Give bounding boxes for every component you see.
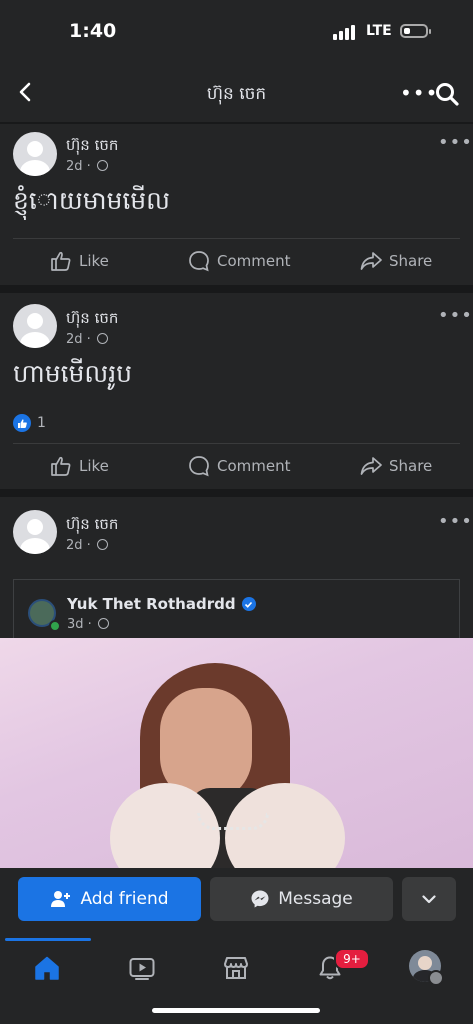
status-bar: 1:40 LTE <box>0 0 473 64</box>
divider <box>13 238 460 239</box>
chevron-down-icon <box>422 894 436 903</box>
post-meta: 2d · <box>66 159 108 174</box>
comment-button[interactable]: Comment <box>188 250 291 272</box>
messenger-icon <box>251 890 269 908</box>
post-text: ហាមមើលរូប <box>13 359 133 388</box>
post-meta: 2d · <box>66 332 108 347</box>
like-label: Like <box>79 457 109 475</box>
menu-badge-icon <box>428 970 444 986</box>
like-label: Like <box>79 252 109 270</box>
author-name[interactable]: ហ៊ុន ចេក <box>66 136 118 158</box>
online-status-dot <box>49 620 61 632</box>
add-friend-label: Add friend <box>80 889 169 909</box>
like-reaction-icon <box>13 414 31 432</box>
add-friend-button[interactable]: Add friend <box>18 877 201 921</box>
globe-icon <box>97 618 109 629</box>
photo-necklace <box>197 813 269 830</box>
comment-icon <box>189 456 209 477</box>
shared-post-photo[interactable] <box>0 638 473 878</box>
share-button[interactable]: Share <box>360 455 432 477</box>
author-avatar[interactable] <box>13 304 57 348</box>
post-time: 2d · <box>66 538 91 553</box>
author-name[interactable]: ហ៊ុន ចេក <box>66 515 118 537</box>
post-card: ហ៊ុន ចេក 2d · ••• ខ្ញុំោយមាមមើល Like Com… <box>0 124 473 285</box>
message-button[interactable]: Message <box>210 877 393 921</box>
share-label: Share <box>389 457 433 475</box>
shared-post-time: 3d · <box>67 617 92 632</box>
search-icon[interactable] <box>434 81 460 107</box>
profile-action-bar: Add friend Message <box>0 868 473 928</box>
post-options-icon[interactable]: ••• <box>438 511 473 532</box>
battery-icon <box>400 24 431 38</box>
verified-badge-icon <box>241 597 256 611</box>
shared-post-meta: 3d · <box>67 617 109 632</box>
network-type: LTE <box>366 23 392 39</box>
globe-icon <box>96 539 108 550</box>
shared-author-name[interactable]: Yuk Thet Rothadrdd <box>67 595 236 613</box>
bottom-tab-bar: 9+ <box>0 928 473 1024</box>
comment-button[interactable]: Comment <box>188 455 291 477</box>
post-options-icon[interactable]: ••• <box>438 132 473 153</box>
more-options-icon[interactable]: ••• <box>400 81 438 105</box>
like-button[interactable]: Like <box>50 455 109 477</box>
shared-author-row: Yuk Thet Rothadrdd <box>67 595 256 613</box>
post-meta: 2d · <box>66 538 108 553</box>
globe-icon <box>96 160 108 171</box>
like-button[interactable]: Like <box>50 250 109 272</box>
top-bar: ហ៊ុន ចេក ••• <box>0 64 473 122</box>
author-name[interactable]: ហ៊ុន ចេក <box>66 309 118 331</box>
globe-icon <box>96 333 108 344</box>
author-avatar[interactable] <box>13 132 57 176</box>
shared-post-card[interactable]: Yuk Thet Rothadrdd 3d · <box>13 579 460 641</box>
home-icon <box>35 956 59 980</box>
signal-icon <box>333 24 359 40</box>
post-card: ហ៊ុន ចេក 2d · ••• ហាមមើលរូប 1 Like Comme… <box>0 293 473 489</box>
status-time: 1:40 <box>69 20 117 42</box>
post-text: ខ្ញុំោយមាមមើល <box>13 186 170 215</box>
more-actions-button[interactable] <box>402 877 456 921</box>
post-options-icon[interactable]: ••• <box>438 305 473 326</box>
divider <box>13 443 460 444</box>
tab-marketplace[interactable] <box>218 950 254 986</box>
post-time: 2d · <box>66 332 91 347</box>
active-tab-indicator <box>5 938 91 941</box>
notification-count-badge: 9+ <box>334 948 370 970</box>
like-icon <box>51 251 71 271</box>
share-icon <box>360 252 382 270</box>
reaction-summary[interactable]: 1 <box>13 414 46 432</box>
message-label: Message <box>278 889 353 909</box>
like-icon <box>51 456 71 476</box>
share-label: Share <box>389 252 433 270</box>
video-icon <box>129 958 155 980</box>
share-button[interactable]: Share <box>360 250 432 272</box>
photo-fur-right <box>225 783 345 878</box>
tab-video[interactable] <box>124 950 160 986</box>
comment-label: Comment <box>217 252 291 270</box>
reaction-count: 1 <box>37 415 46 431</box>
author-avatar[interactable] <box>13 510 57 554</box>
marketplace-icon <box>224 957 248 979</box>
tab-home[interactable] <box>29 950 65 986</box>
home-indicator <box>152 1008 320 1013</box>
post-card: ហ៊ុន ចេក 2d · ••• Yuk Thet Rothadrdd 3d … <box>0 497 473 641</box>
share-icon <box>360 457 382 475</box>
add-friend-icon <box>51 891 71 907</box>
post-time: 2d · <box>66 159 91 174</box>
comment-icon <box>189 251 209 272</box>
comment-label: Comment <box>217 457 291 475</box>
